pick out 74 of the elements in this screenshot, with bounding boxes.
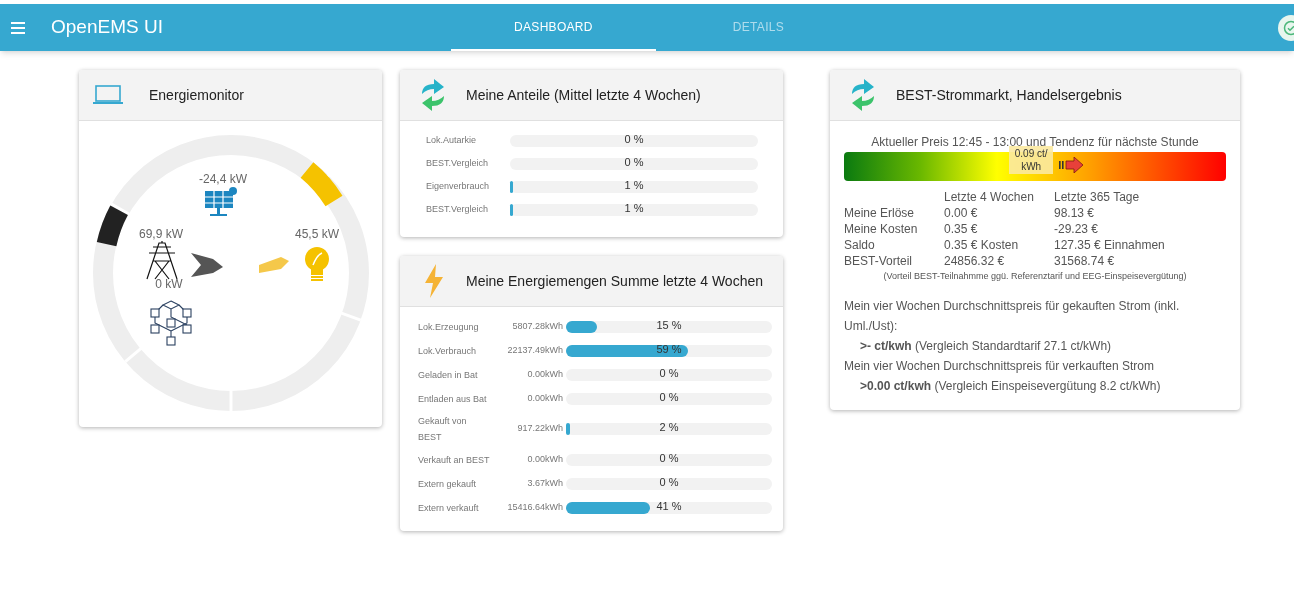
percent-reading: 0 % <box>659 365 679 380</box>
row-label: BEST.Vergleich <box>426 202 490 216</box>
row-label: Meine Kosten <box>844 221 919 237</box>
row-label: BEST-Vorteil <box>844 253 914 269</box>
price-label: 0.09 ct/ kWh <box>1009 146 1054 174</box>
storage-value: 0 kW <box>154 277 183 291</box>
tab[interactable]: DASHBOARD <box>450 4 656 51</box>
laptop-icon <box>93 85 123 105</box>
row-label: Gekauft von BEST <box>418 415 468 444</box>
percent-reading: 0 % <box>659 474 679 489</box>
footnote: (Vorteil BEST-Teilnahmme ggü. Referenztarif und EEG-Einspeisevergütung) <box>882 270 1188 283</box>
row-label: Geladen in Bat <box>418 368 479 382</box>
table-cell-text: 0.00 € <box>944 205 979 221</box>
row-label: BEST.Vergleich <box>426 156 490 170</box>
table-cell-text: 24856.32 € <box>944 253 1006 269</box>
row-label: Lok.Verbrauch <box>418 344 478 358</box>
percent-reading: 15 % <box>656 317 682 332</box>
table-cell-text: 0.35 € Kosten <box>944 237 1020 253</box>
percent-reading: 59 % <box>656 341 682 356</box>
percent-reading: 2 % <box>659 420 679 434</box>
card-title: Meine Anteile (Mittel letzte 4 Wochen) <box>466 85 701 105</box>
row-label: Meine Erlöse <box>844 205 916 221</box>
row-label: Extern verkauft <box>418 501 480 515</box>
energy-value: 0.00kWh <box>526 367 564 381</box>
table-cell-text: 31568.74 € <box>1054 253 1116 269</box>
table-cell-text: -29.23 € <box>1054 221 1100 237</box>
table-cell-text: 127.35 € Einnahmen <box>1054 237 1166 253</box>
average-heading: Mein vier Wochen Durchschnittspreis für verkauften Strom <box>844 357 1155 375</box>
energy-value: 0.00kWh <box>526 391 564 405</box>
average-price: >0.00 ct/kwh (Vergleich Einspeisevergütung 8.2 ct/kWh) <box>859 377 1162 395</box>
energy-value: 0.00kWh <box>526 452 564 466</box>
grid-value: 69,9 kW <box>138 227 183 241</box>
energy-value: 3.67kWh <box>526 476 564 490</box>
percent-reading: 1 % <box>624 200 644 215</box>
column-header: Letzte 365 Tage <box>1054 189 1141 205</box>
percent-reading: 0 % <box>659 450 679 465</box>
percent-reading: 0 % <box>624 131 644 146</box>
app-title: OpenEMS UI <box>51 15 163 40</box>
flow-arrow-icon <box>258 257 289 273</box>
lightning-icon <box>423 264 445 298</box>
production-value: -24,4 kW <box>198 172 247 186</box>
percent-reading: 0 % <box>659 389 679 404</box>
row-label: Eigenverbrauch <box>426 179 491 193</box>
flow-arrow-icon <box>190 253 223 277</box>
menu-icon[interactable] <box>11 21 25 34</box>
card-title: Meine Energiemengen Summe letzte 4 Wochen <box>466 271 763 291</box>
percent-reading: 1 % <box>624 177 644 192</box>
power-pylon-icon <box>145 240 178 280</box>
row-label: Extern gekauft <box>418 477 478 491</box>
row-label: Lok.Erzeugung <box>418 320 480 334</box>
energy-value: 5807.28kWh <box>511 319 564 333</box>
average-price: >- ct/kwh (Vergleich Standardtarif 27.1 ct/kWh) <box>859 337 1113 355</box>
energy-value: 15416.64kWh <box>506 500 564 514</box>
row-label: Entladen aus Bat <box>418 392 488 406</box>
network-cubes-icon <box>149 300 192 346</box>
row-label: Saldo <box>844 237 876 253</box>
row-label: Lok.Autarkie <box>426 133 478 147</box>
card-title: Energiemonitor <box>149 85 244 105</box>
table-cell-text: 0.35 € <box>944 221 979 237</box>
light-bulb-icon <box>304 247 329 281</box>
card-title: BEST-Strommarkt, Handelsergebnis <box>896 85 1122 105</box>
energy-value: 917.22kWh <box>516 422 564 436</box>
consumption-value: 45,5 kW <box>294 227 339 241</box>
price-caption: Aktueller Preis 12:45 - 13:00 und Tendenz für nächste Stunde <box>870 134 1200 149</box>
tab[interactable]: DETAILS <box>655 4 861 51</box>
average-heading: Mein vier Wochen Durchschnittspreis für gekauften Strom (inkl. Uml./Ust): <box>844 297 1181 335</box>
table-cell-text: 98.13 € <box>1054 205 1096 221</box>
column-header: Letzte 4 Wochen <box>944 189 1035 205</box>
row-label: Verkauft an BEST <box>418 453 490 467</box>
percent-reading: 41 % <box>656 498 682 513</box>
solar-panel-icon <box>203 187 237 216</box>
energy-value: 22137.49kWh <box>506 343 564 357</box>
trend-arrow-icon <box>1059 157 1086 173</box>
percent-reading: 0 % <box>624 154 644 169</box>
